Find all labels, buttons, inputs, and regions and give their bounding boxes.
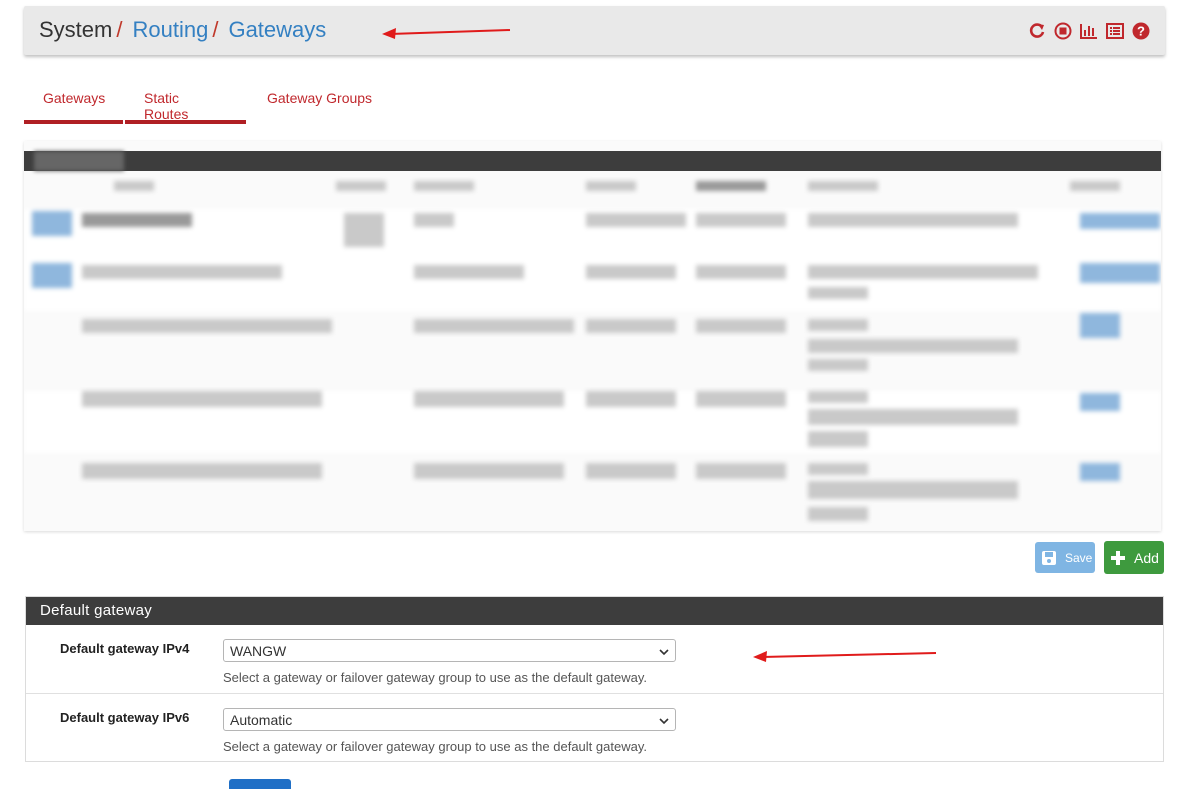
default-gateway-panel: Default gateway Default gateway IPv4 WAN… — [25, 596, 1164, 762]
reload-icon[interactable] — [1027, 21, 1047, 41]
default-gateway-ipv6-label: Default gateway IPv6 — [60, 710, 190, 725]
stop-icon[interactable] — [1053, 21, 1073, 41]
plus-icon — [1110, 550, 1126, 566]
default-gateway-ipv4-row: Default gateway IPv4 WANGW Select a gate… — [26, 625, 1163, 694]
save-button-label: Save — [1065, 550, 1093, 565]
breadcrumb-routing-link[interactable]: Routing — [132, 17, 208, 42]
svg-text:?: ? — [1137, 24, 1145, 39]
breadcrumb-separator: / — [116, 17, 123, 42]
save-button[interactable]: Save — [1035, 542, 1095, 573]
chart-icon[interactable] — [1079, 21, 1099, 41]
default-gateway-ipv6-row: Default gateway IPv6 Automatic Select a … — [26, 694, 1163, 763]
submit-button[interactable] — [229, 779, 291, 789]
gateways-table-redacted — [24, 141, 1161, 531]
default-gateway-ipv4-select[interactable]: WANGW — [223, 639, 676, 662]
default-gateway-heading: Default gateway — [26, 597, 1163, 625]
default-gateway-ipv6-value: Automatic — [230, 711, 293, 728]
breadcrumb-gateways-link[interactable]: Gateways — [228, 17, 326, 42]
page-header: System / Routing / Gateways ? — [24, 6, 1165, 55]
chevron-down-icon — [659, 643, 669, 659]
tab-gateways[interactable]: Gateways — [24, 82, 123, 124]
tab-gateway-groups[interactable]: Gateway Groups — [248, 82, 391, 124]
tab-bar: Gateways Static Routes Gateway Groups — [24, 82, 391, 124]
breadcrumb: System / Routing / Gateways — [39, 17, 326, 43]
redacted-rows — [24, 141, 1161, 531]
breadcrumb-separator: / — [212, 17, 219, 42]
add-button-label: Add — [1134, 549, 1159, 566]
save-icon — [1041, 550, 1057, 566]
chevron-down-icon — [659, 712, 669, 728]
list-icon[interactable] — [1105, 21, 1125, 41]
tab-static-routes[interactable]: Static Routes — [125, 82, 246, 124]
default-gateway-ipv4-help: Select a gateway or failover gateway gro… — [223, 670, 647, 685]
header-toolbar: ? — [1027, 21, 1151, 41]
default-gateway-ipv4-value: WANGW — [230, 642, 287, 659]
help-icon[interactable]: ? — [1131, 21, 1151, 41]
default-gateway-ipv6-select[interactable]: Automatic — [223, 708, 676, 731]
add-button[interactable]: Add — [1104, 541, 1164, 574]
default-gateway-ipv4-label: Default gateway IPv4 — [60, 641, 190, 656]
default-gateway-ipv6-help: Select a gateway or failover gateway gro… — [223, 739, 647, 754]
breadcrumb-system: System — [39, 17, 113, 42]
